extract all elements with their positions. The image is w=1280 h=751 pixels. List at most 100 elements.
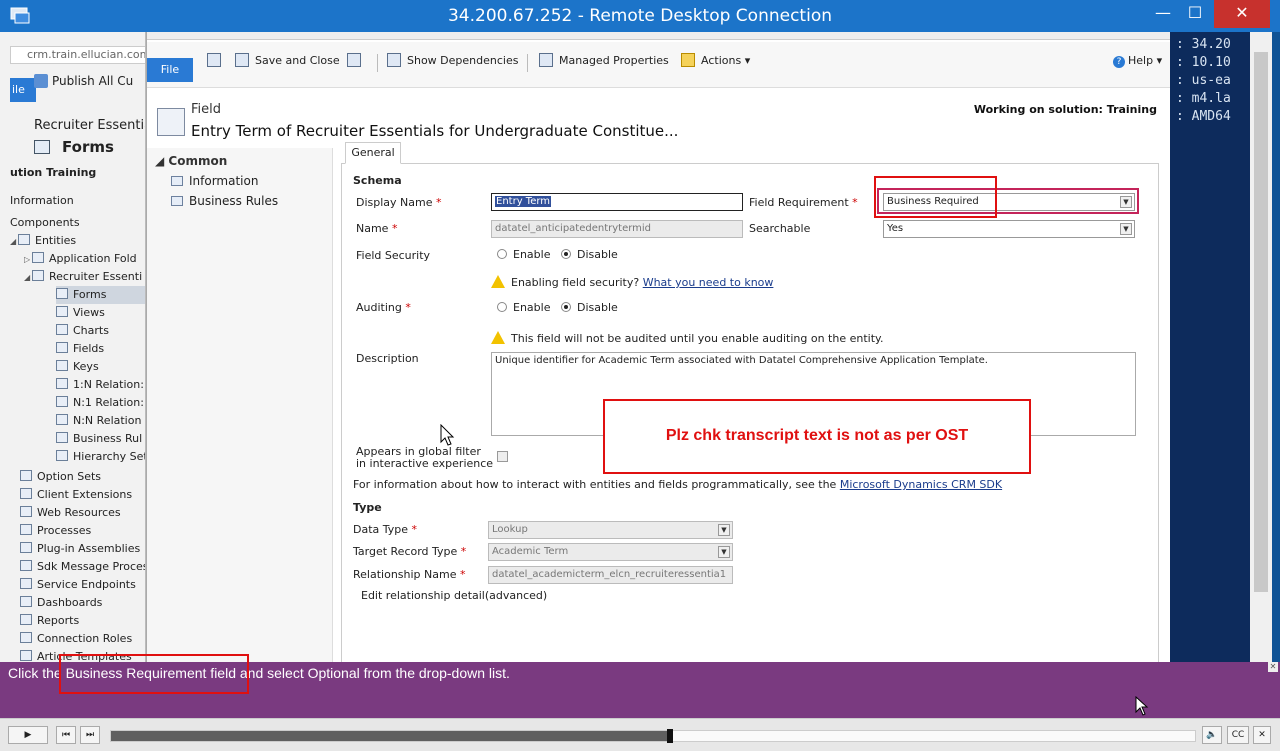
- collapse-icon[interactable]: ◢: [24, 269, 32, 287]
- tree-item-nn-relationships[interactable]: N:N Relation: [56, 412, 141, 430]
- searchable-select[interactable]: Yes ▼: [883, 220, 1135, 238]
- tree-item-service-endpoints[interactable]: Service Endpoints: [20, 576, 136, 594]
- nav-item-information[interactable]: Information: [171, 174, 258, 188]
- help-menu[interactable]: ? Help ▾: [1113, 52, 1162, 72]
- tree-item-processes[interactable]: Processes: [20, 522, 91, 540]
- tree-item-sdk-message[interactable]: Sdk Message Proces: [20, 558, 145, 576]
- tree-item-keys[interactable]: Keys: [56, 358, 99, 376]
- actions-menu[interactable]: Actions ▾: [681, 52, 750, 72]
- tree-item-charts[interactable]: Charts: [56, 322, 109, 340]
- views-icon: [56, 306, 68, 317]
- target-record-type-label: Target Record Type *: [353, 545, 467, 558]
- progress-handle[interactable]: [667, 729, 674, 743]
- tree-item-1n-relationships[interactable]: 1:N Relation:: [56, 376, 144, 394]
- target-record-type-select: Academic Term ▼: [488, 543, 733, 561]
- edit-relationship-link[interactable]: Edit relationship detail(advanced): [361, 589, 547, 602]
- auditing-warning: This field will not be audited until you…: [491, 331, 883, 345]
- tree-item-hierarchy-settings[interactable]: Hierarchy Set: [56, 448, 145, 466]
- sdk-icon: [20, 560, 32, 571]
- previous-button[interactable]: ⏮: [56, 726, 76, 744]
- tree-item-forms[interactable]: Forms: [56, 286, 145, 304]
- tree-item-information[interactable]: Information: [10, 192, 74, 210]
- close-caption-icon[interactable]: ✕: [1268, 662, 1278, 672]
- global-filter-checkbox[interactable]: [497, 451, 508, 462]
- volume-icon[interactable]: 🔈: [1202, 726, 1222, 744]
- terminal-line: : 34.20: [1176, 37, 1231, 52]
- managed-properties-icon: [539, 53, 553, 67]
- chevron-down-icon[interactable]: ▼: [1120, 223, 1132, 235]
- maximize-button[interactable]: ☐: [1178, 0, 1212, 28]
- tree-item-dashboards[interactable]: Dashboards: [20, 594, 102, 612]
- display-name-input[interactable]: Entry Term: [491, 193, 743, 211]
- close-button[interactable]: ✕: [1214, 0, 1270, 28]
- address-bar[interactable]: crm.train.ellucian.com/R: [10, 46, 145, 64]
- tree-item-plugin-assemblies[interactable]: Plug-in Assemblies: [20, 540, 140, 558]
- web-resources-icon: [20, 506, 32, 517]
- file-tab[interactable]: File: [147, 58, 193, 82]
- progress-fill: [111, 731, 670, 741]
- warning-icon: [491, 275, 505, 288]
- global-filter-label-line2: in interactive experience: [356, 457, 494, 470]
- solution-name: ution Training: [10, 166, 97, 179]
- entity-icon: [32, 252, 44, 263]
- relationship-name-label: Relationship Name *: [353, 568, 466, 581]
- nav-section-common[interactable]: ◢ Common: [155, 154, 227, 168]
- tree-item-client-extensions[interactable]: Client Extensions: [20, 486, 132, 504]
- tree-item-business-rules[interactable]: Business Rul: [56, 430, 142, 448]
- business-rules-icon: [171, 196, 183, 206]
- collapse-icon[interactable]: ◢: [10, 233, 18, 251]
- reports-icon: [20, 614, 32, 625]
- tab-general[interactable]: General: [345, 142, 401, 164]
- processes-icon: [20, 524, 32, 535]
- forms-icon: [56, 288, 68, 299]
- tree-item-application-folder[interactable]: ▷ Application Fold: [24, 250, 137, 268]
- business-rules-icon: [56, 432, 68, 443]
- terminal-scrollbar-thumb[interactable]: [1254, 52, 1268, 592]
- window-title: 34.200.67.252 - Remote Desktop Connectio…: [447, 6, 832, 26]
- fields-icon: [56, 342, 68, 353]
- tree-item-views[interactable]: Views: [56, 304, 105, 322]
- keys-icon: [56, 360, 68, 371]
- save-and-close-button[interactable]: Save and Close: [235, 52, 340, 72]
- publish-button[interactable]: [347, 52, 367, 72]
- closed-captions-button[interactable]: CC: [1227, 726, 1249, 744]
- rdp-titlebar: 34.200.67.252 - Remote Desktop Connectio…: [0, 0, 1280, 32]
- play-button[interactable]: ▶: [8, 726, 48, 744]
- progress-bar[interactable]: [110, 729, 1196, 743]
- player-close-button[interactable]: ✕: [1253, 726, 1271, 744]
- tree-item-option-sets[interactable]: Option Sets: [20, 468, 101, 486]
- field-security-disable-radio[interactable]: Disable: [561, 248, 618, 261]
- next-button[interactable]: ⏭: [80, 726, 100, 744]
- highlight-field-requirement: [874, 176, 997, 218]
- show-dependencies-button[interactable]: Show Dependencies: [387, 52, 518, 72]
- field-editor-window: File Save and Close Show Dependencies Ma…: [146, 32, 1171, 662]
- auditing-disable-radio[interactable]: Disable: [561, 301, 618, 314]
- tree-item-web-resources[interactable]: Web Resources: [20, 504, 121, 522]
- section-type: Type: [353, 501, 382, 514]
- field-security-label: Field Security: [356, 249, 431, 262]
- tree-item-n1-relationships[interactable]: N:1 Relation:: [56, 394, 144, 412]
- tree-item-reports[interactable]: Reports: [20, 612, 79, 630]
- file-tab[interactable]: ile: [10, 78, 36, 102]
- background-window: crm.train.ellucian.com/R ile Publish All…: [0, 32, 146, 662]
- nav-item-business-rules[interactable]: Business Rules: [171, 194, 278, 208]
- tree-item-components[interactable]: Components: [10, 214, 80, 232]
- managed-properties-button[interactable]: Managed Properties: [539, 52, 669, 72]
- publish-all-button[interactable]: Publish All Cu: [34, 74, 133, 88]
- form-nav: ◢ Common Information Business Rules: [147, 148, 333, 662]
- field-security-enable-radio[interactable]: Enable: [497, 248, 550, 261]
- auditing-label: Auditing *: [356, 301, 411, 314]
- publish-icon: [34, 74, 48, 88]
- sdk-link[interactable]: Microsoft Dynamics CRM SDK: [840, 478, 1002, 491]
- minimize-button[interactable]: —: [1146, 0, 1180, 28]
- what-you-need-to-know-link[interactable]: What you need to know: [643, 276, 774, 289]
- tree-item-connection-roles[interactable]: Connection Roles: [20, 630, 132, 648]
- expand-icon[interactable]: ▷: [24, 251, 32, 269]
- auditing-enable-radio[interactable]: Enable: [497, 301, 550, 314]
- save-button[interactable]: [207, 52, 227, 72]
- tree-item-entities[interactable]: ◢ Entities: [10, 232, 76, 250]
- tree-item-recruiter-essentials[interactable]: ◢ Recruiter Essenti: [24, 268, 142, 286]
- security-warning: Enabling field security? What you need t…: [491, 275, 773, 289]
- tree-item-fields[interactable]: Fields: [56, 340, 104, 358]
- data-type-label: Data Type *: [353, 523, 418, 536]
